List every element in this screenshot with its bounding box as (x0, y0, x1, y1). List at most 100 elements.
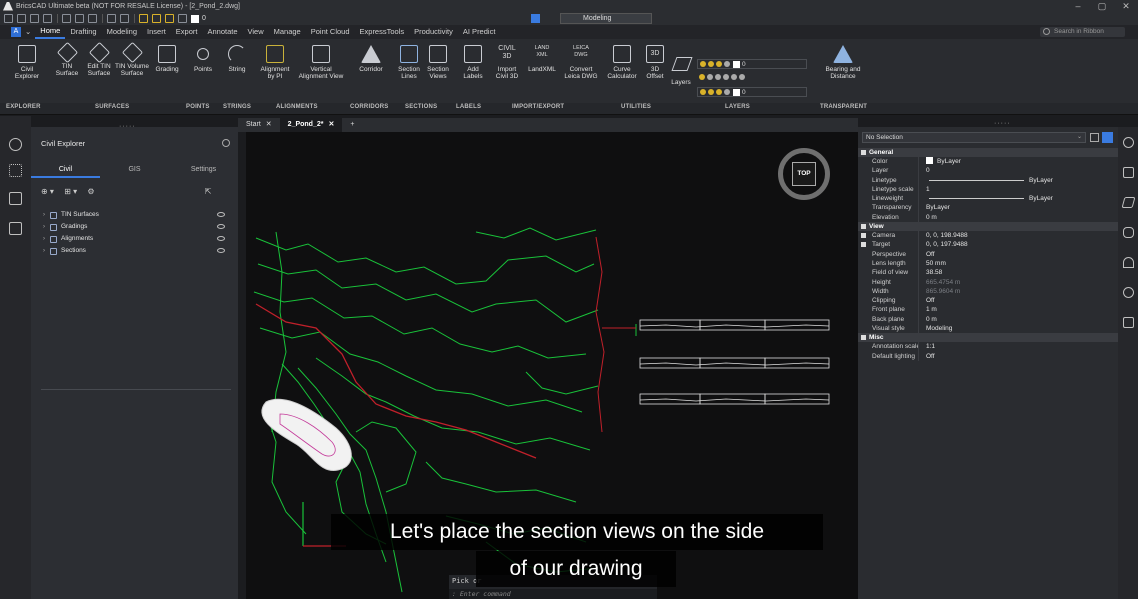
prop-annotation-scale[interactable]: Annotation scale 1:1 (858, 342, 1118, 352)
section-view[interactable] (764, 357, 830, 369)
tab-drafting[interactable]: Drafting (65, 25, 101, 39)
structure-tree-icon[interactable] (9, 192, 22, 205)
tab-export[interactable]: Export (171, 25, 203, 39)
open-file-icon[interactable] (17, 14, 26, 23)
application-menu-button[interactable]: A (11, 27, 21, 37)
pond-grading-shape[interactable] (261, 398, 352, 471)
add-labels-button[interactable]: Add Labels (454, 45, 492, 80)
maximize-button[interactable]: ▢ (1090, 0, 1114, 12)
tab-insert[interactable]: Insert (142, 25, 171, 39)
layer-match-icon[interactable] (699, 74, 705, 80)
attachment-icon[interactable] (1123, 227, 1134, 238)
group-sections[interactable]: SECTIONS (405, 104, 437, 110)
tree-item-gradings[interactable]: › Gradings (43, 221, 233, 233)
prop-target[interactable]: Target 0, 0, 197.9488 (858, 240, 1118, 250)
prop-elevation[interactable]: Elevation 0 m (858, 212, 1118, 223)
panel-splitter[interactable] (41, 389, 231, 390)
eye-icon[interactable] (217, 236, 225, 241)
3d-model-icon[interactable] (1123, 167, 1134, 178)
toggle-pickadd-icon[interactable] (1102, 132, 1113, 143)
layers-button[interactable]: Layers (666, 79, 696, 86)
layers-icon[interactable] (1121, 197, 1136, 208)
layer-lock-icon[interactable] (165, 14, 174, 23)
eye-icon[interactable] (217, 212, 225, 217)
cloud-icon[interactable] (1123, 287, 1134, 298)
prop-lens-length[interactable]: Lens length 50 mm (858, 258, 1118, 269)
layer-freeze-icon[interactable] (152, 14, 161, 23)
redo-icon[interactable] (120, 14, 129, 23)
convert-leica-button[interactable]: LEICA DWG Convert Leica DWG (561, 45, 601, 80)
new-file-icon[interactable] (4, 14, 13, 23)
chevron-right-icon[interactable]: › (43, 221, 45, 233)
command-input[interactable]: : Enter command (449, 589, 657, 599)
tab-settings[interactable]: Settings (169, 162, 238, 178)
tab-view[interactable]: View (243, 25, 269, 39)
import-civil3d-button[interactable]: CIVIL 3D Import Civil 3D (488, 45, 526, 80)
corridor-button[interactable]: Corridor (352, 45, 390, 73)
3d-offset-button[interactable]: 3D 3D Offset (636, 45, 674, 80)
layer-on-icon[interactable] (139, 14, 148, 23)
chevron-right-icon[interactable]: › (43, 209, 45, 221)
lightbulb-icon[interactable] (1123, 257, 1134, 268)
layer-print-icon[interactable] (178, 14, 187, 23)
group-import-export[interactable]: IMPORT/EXPORT (512, 104, 564, 110)
points-button[interactable]: Points (184, 45, 222, 73)
section-views-button[interactable]: Section Views (419, 45, 457, 80)
close-icon[interactable]: ✕ (266, 121, 272, 128)
selection-dropdown[interactable]: No Selection ⌄ (862, 132, 1086, 143)
civil-explorer-icon[interactable] (9, 164, 22, 177)
settings-icon[interactable]: ⚙ (87, 187, 94, 196)
ribbon-search-input[interactable]: Search in Ribbon (1040, 27, 1125, 37)
tab-productivity[interactable]: Productivity (409, 25, 458, 39)
prop-front-plane[interactable]: Front plane 1 m (858, 305, 1118, 315)
doc-tab-2-pond-2[interactable]: 2_Pond_2* ✕ (279, 118, 343, 132)
prop-field-of-view[interactable]: Field of view 38.58 (858, 268, 1118, 278)
tab-annotate[interactable]: Annotate (202, 25, 242, 39)
doc-tab-start[interactable]: Start ✕ (238, 118, 280, 132)
layer-previous-icon[interactable] (707, 74, 713, 80)
tab-civil[interactable]: Civil (31, 162, 100, 178)
vertical-alignment-view-button[interactable]: Vertical Alignment View (296, 45, 346, 80)
tree-item-tin-surfaces[interactable]: › TIN Surfaces (43, 209, 233, 221)
panel-grip[interactable]: ····· (119, 123, 136, 130)
tab-home[interactable]: Home (35, 25, 66, 39)
prop-lineweight[interactable]: Lineweight ByLayer (858, 194, 1118, 204)
tab-ai-predict[interactable]: AI Predict (458, 25, 501, 39)
group-transparent[interactable]: TRANSPARENT (820, 104, 867, 110)
grading-button[interactable]: Grading (148, 45, 186, 73)
expand-icon[interactable] (861, 242, 866, 248)
close-button[interactable]: ✕ (1114, 0, 1138, 12)
group-strings[interactable]: STRINGS (223, 104, 251, 110)
section-misc[interactable]: Misc (858, 333, 1118, 343)
close-icon[interactable]: ✕ (328, 121, 334, 128)
prop-width[interactable]: Width 865.9604 m (858, 286, 1118, 297)
save-icon[interactable] (30, 14, 39, 23)
prop-back-plane[interactable]: Back plane 0 m (858, 314, 1118, 325)
layer-isolate-icon[interactable] (715, 74, 721, 80)
layer-unisolate-icon[interactable] (723, 74, 729, 80)
tree-item-sections[interactable]: › Sections (43, 245, 233, 257)
prop-layer[interactable]: Layer 0 (858, 166, 1118, 176)
prop-color[interactable]: Color ByLayer (858, 157, 1118, 167)
add-icon[interactable]: ⊕ ▾ (41, 187, 54, 196)
prop-linetype-scale[interactable]: Linetype scale 1 (858, 184, 1118, 195)
group-corridors[interactable]: CORRIDORS (350, 104, 388, 110)
bearing-distance-button[interactable]: Bearing and Distance (818, 45, 868, 80)
section-view[interactable] (764, 393, 830, 405)
civil-explorer-button[interactable]: Civil Explorer (8, 45, 46, 80)
group-alignments[interactable]: ALIGNMENTS (276, 104, 318, 110)
drawing-explorer-icon[interactable] (9, 222, 22, 235)
lightbulb-icon[interactable] (9, 138, 22, 151)
import-icon[interactable]: ⊞ ▾ (64, 187, 77, 196)
prop-clipping[interactable]: Clipping Off (858, 296, 1118, 306)
tab-modeling[interactable]: Modeling (102, 25, 142, 39)
quick-select-icon[interactable] (1090, 133, 1099, 142)
group-labels[interactable]: LABELS (456, 104, 481, 110)
alignment-by-pi-button[interactable]: Alignment by PI (256, 45, 294, 80)
group-surfaces[interactable]: SURFACES (95, 104, 129, 110)
prop-transparency[interactable]: Transparency ByLayer (858, 203, 1118, 213)
eye-icon[interactable] (217, 224, 225, 229)
select-cursor-icon[interactable]: ⇱ (205, 187, 212, 196)
group-layers[interactable]: LAYERS (725, 104, 750, 110)
eye-icon[interactable] (217, 248, 225, 253)
